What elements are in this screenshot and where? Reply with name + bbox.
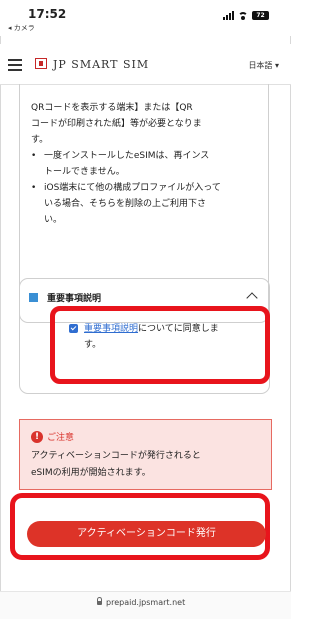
lock-icon bbox=[97, 597, 102, 605]
notes-line: す。 bbox=[31, 135, 49, 145]
notes-bullet: iOS端末にて他の構成プロファイルが入って いる場合、そちらを削除の上ご利用下さ… bbox=[31, 180, 257, 228]
section-marker-icon bbox=[29, 293, 38, 302]
notice-title: ご注意 bbox=[47, 433, 75, 443]
important-title: 重要事項説明 bbox=[47, 294, 102, 304]
notes-line: コードが印刷された紙】等が必要となりま bbox=[31, 119, 202, 129]
notes-bullet: 一度インストールしたeSIMは、再インス トールできません。 bbox=[31, 148, 257, 180]
notes-text: QRコードを表示する端末】または【QR コードが印刷された紙】等が必要となりま … bbox=[31, 100, 257, 228]
agree-label: 重要事項説明についてに同意します。 bbox=[84, 321, 260, 353]
signal-icon bbox=[223, 11, 234, 20]
issue-activation-code-button[interactable]: アクティベーションコード発行 bbox=[27, 521, 266, 547]
back-to-camera-link[interactable]: ◂ カメラ bbox=[8, 23, 35, 33]
menu-icon[interactable] bbox=[8, 59, 22, 71]
agree-text-end: す。 bbox=[84, 340, 102, 350]
site-header: JP SMART SIM 日本語 ▾ bbox=[0, 44, 291, 85]
browser-url-bar[interactable]: prepaid.jpsmart.net bbox=[0, 591, 291, 619]
system-indicators: 72 bbox=[223, 11, 269, 20]
notice-text: アクティベーションコードが発行されると bbox=[31, 451, 201, 461]
important-link[interactable]: 重要事項説明 bbox=[84, 324, 138, 334]
brand-name[interactable]: JP SMART SIM bbox=[53, 58, 149, 71]
url-text: prepaid.jpsmart.net bbox=[106, 598, 186, 607]
battery-icon: 72 bbox=[252, 11, 269, 20]
notes-line: QRコードを表示する端末】または【QR bbox=[31, 103, 193, 113]
agree-checkbox[interactable] bbox=[69, 324, 78, 333]
brand-logo[interactable] bbox=[35, 58, 47, 69]
status-bar: 17:52 ◂ カメラ 72 bbox=[0, 0, 291, 36]
notice-text: eSIMの利用が開始されます。 bbox=[31, 468, 151, 478]
language-select[interactable]: 日本語 ▾ bbox=[248, 60, 279, 71]
alert-icon: ! bbox=[31, 431, 43, 443]
main-content: QRコードを表示する端末】または【QR コードが印刷された紙】等が必要となりま … bbox=[0, 84, 291, 591]
agree-text: についてに同意しま bbox=[138, 324, 219, 334]
status-time: 17:52 bbox=[28, 7, 67, 21]
wifi-icon bbox=[238, 11, 248, 20]
notice-box: ! ご注意 アクティベーションコードが発行されると eSIMの利用が開始されます… bbox=[19, 419, 272, 490]
